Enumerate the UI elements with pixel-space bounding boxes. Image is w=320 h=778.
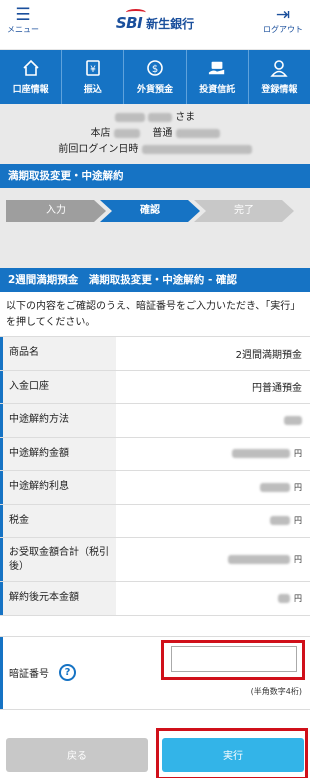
execute-highlight-box [156,727,308,778]
unit-yen: 円 [294,555,302,564]
name-suffix: さま [175,112,196,123]
menu-label: メニュー [7,25,39,34]
last-login-label: 前回ログイン日時 [58,144,139,155]
row-value: 円 [116,582,310,615]
redacted-last-login [141,144,252,154]
pin-label: 暗証番号 [9,669,49,680]
progress-steps: 入力 確認 完了 [0,188,310,268]
nav-account-info[interactable]: 口座情報 [0,50,63,104]
user-icon [270,59,289,77]
nav-investment-trust[interactable]: 投資信託 [187,50,249,104]
transfer-icon: ¥ [84,59,102,77]
row-label: 中途解約金額 [0,437,116,470]
account-line: 本店 普通 [0,126,310,142]
redacted-value [232,449,290,459]
row-value: 円 [116,471,310,504]
pin-section: 暗証番号 ? (半角数字4桁) [0,635,310,710]
svg-text:$: $ [152,64,158,75]
row-value: 円普通預金 [116,371,310,404]
logout-label: ログアウト [263,25,303,34]
last-login-line: 前回ログイン日時 [0,142,310,158]
confirm-title: 2週間満期預金 満期取扱変更・中途解約 - 確認 [0,268,310,292]
nav-label: 口座情報 [12,85,49,95]
table-row: 商品名 2週間満期預金 [0,337,310,371]
hamburger-icon: ☰ [15,5,31,25]
row-value: 2週間満期預金 [116,337,310,370]
logout-icon: ⇥ [275,5,291,25]
section-title: 満期取扱変更・中途解約 [0,164,310,188]
action-buttons: 戻る 実行 [0,727,310,778]
pin-label-cell: 暗証番号 ? [0,636,160,709]
menu-button[interactable]: ☰ メニュー [6,6,40,35]
house-icon [22,59,40,77]
pin-format-note: (半角数字4桁) [250,686,302,696]
logo-sbi-text: SBI [115,9,147,32]
redacted-account-number [175,128,220,138]
row-label: 商品名 [0,337,116,370]
table-row: 中途解約金額 円 [0,437,310,471]
logout-button[interactable]: ⇥ ログアウト [260,6,306,35]
unit-yen: 円 [294,449,302,459]
pin-input-cell: (半角数字4桁) [160,637,310,709]
redacted-value [284,415,302,425]
table-row: 中途解約方法 [0,404,310,438]
branch-label: 本店 [90,128,111,139]
row-label: 税金 [0,504,116,537]
redacted-name [148,112,172,122]
row-label: 中途解約利息 [0,471,116,504]
logo-bank-name: 新生銀行 [146,16,195,31]
row-label: 入金口座 [0,370,116,403]
step-confirm: 確認 [100,200,200,222]
bank-logo[interactable]: SBI 新生銀行 [115,9,195,32]
main-nav: 口座情報 ¥ 振込 $ 外貨預金 投資信託 登録情報 [0,50,310,104]
investment-icon [208,59,226,77]
table-row: 中途解約利息 円 [0,471,310,505]
user-info: さま 本店 普通 前回ログイン日時 [0,104,310,164]
deposit-account-value: 円普通預金 [252,383,302,395]
row-label: 解約後元本金額 [0,582,116,615]
intro-text: 以下の内容をご確認のうえ、暗証番号をご入力いただき、「実行」を押してください。 [6,301,301,328]
row-label: お受取金額合計（税引後） [0,538,116,581]
unit-yen: 円 [294,516,302,526]
unit-yen: 円 [294,593,302,603]
nav-label: 投資信託 [199,85,236,95]
confirmation-table: 商品名 2週間満期預金 入金口座 円普通預金 中途解約方法 中途解約金額 円 中… [0,336,310,616]
row-label: 中途解約方法 [0,404,116,437]
nav-transfer[interactable]: ¥ 振込 [62,50,125,104]
svg-text:¥: ¥ [90,65,96,75]
redacted-value [278,593,290,603]
redacted-value [270,516,290,526]
user-name-line: さま [0,110,310,126]
pin-input[interactable] [171,645,297,672]
row-value: 円 [116,438,310,471]
account-type: 普通 [152,128,173,139]
row-value [116,404,310,437]
step-input: 入力 [6,200,106,222]
dollar-coin-icon: $ [146,59,164,77]
nav-label: 登録情報 [261,85,298,95]
product-name-value: 2週間満期預金 [235,349,302,361]
redacted-value [228,555,290,564]
redacted-name [114,112,145,122]
app-header: ☰ メニュー SBI 新生銀行 ⇥ ログアウト [0,0,310,50]
table-row: お受取金額合計（税引後） 円 [0,538,310,582]
row-value: 円 [116,505,310,538]
nav-foreign-deposit[interactable]: $ 外貨預金 [124,50,187,104]
table-row: 入金口座 円普通預金 [0,370,310,404]
table-row: 税金 円 [0,504,310,538]
nav-label: 外貨預金 [137,85,174,95]
help-icon[interactable]: ? [59,664,76,681]
step-complete: 完了 [194,200,294,222]
nav-registration-info[interactable]: 登録情報 [249,50,310,104]
redacted-branch [113,128,140,138]
redacted-value [260,482,290,492]
row-value: 円 [116,538,310,581]
unit-yen: 円 [294,482,302,492]
table-row: 解約後元本金額 円 [0,582,310,616]
nav-label: 振込 [83,85,102,95]
back-button[interactable]: 戻る [6,737,148,772]
